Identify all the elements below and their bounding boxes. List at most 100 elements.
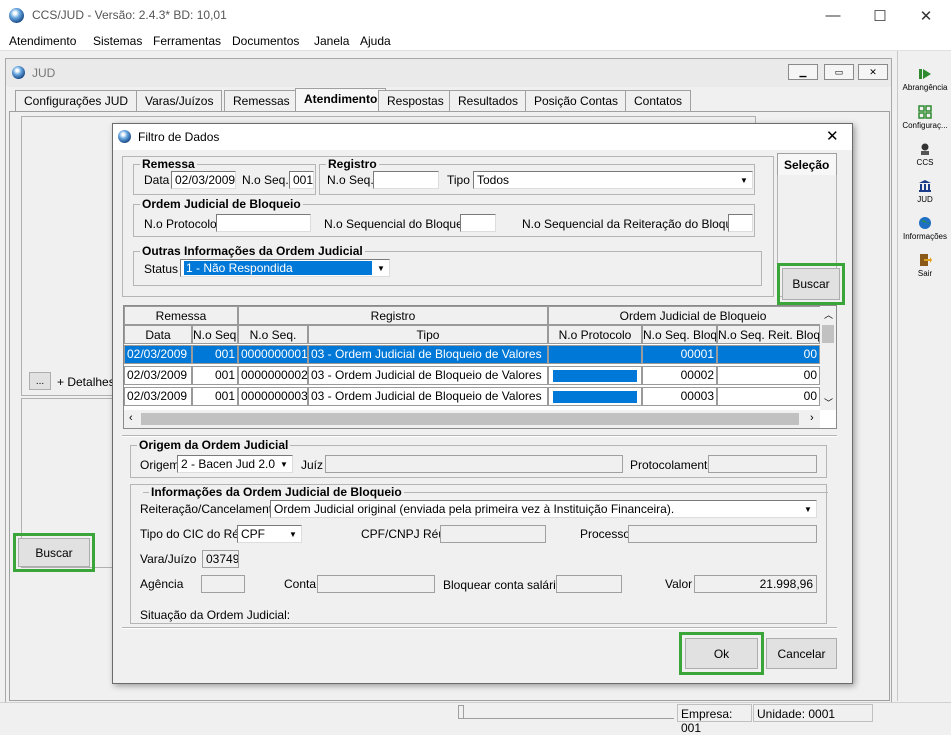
details-button[interactable]: ... [29,372,51,390]
grid-cell[interactable]: 001 [192,387,238,406]
minimize-button[interactable]: — [810,0,856,31]
status-unidade: Unidade: 0001 [753,704,873,722]
protocolo-bar [553,391,637,403]
grid-cell[interactable]: 03 - Ordem Judicial de Bloqueio de Valor… [308,345,548,364]
dialog-app-icon [118,130,131,143]
grid-cell[interactable]: 03 - Ordem Judicial de Bloqueio de Valor… [308,387,548,406]
chevron-down-icon[interactable]: ▼ [737,173,751,187]
registro-seq-field[interactable] [373,171,439,189]
grid-cell[interactable]: 001 [192,345,238,364]
menu-ferramentas[interactable]: Ferramentas [153,34,221,48]
scroll-thumb[interactable] [822,325,834,343]
tipo-cic-label: Tipo do CIC do Réu [140,527,246,541]
jud-titlebar: JUD ▁ ▭ ✕ [6,59,891,87]
tab-selecao[interactable]: Seleção [777,153,837,175]
toolbar-ccs[interactable]: CCS [898,142,951,167]
menu-janela[interactable]: Janela [314,34,349,48]
menu-documentos[interactable]: Documentos [232,34,299,48]
close-button[interactable]: ✕ [903,0,949,31]
remessa-legend: Remessa [142,157,195,171]
tab-remessas[interactable]: Remessas [224,90,299,111]
menu-ajuda[interactable]: Ajuda [360,34,391,48]
grid-cell[interactable]: 0000000001 [238,345,308,364]
grid-cell[interactable]: 0000000002 [238,366,308,385]
scroll-right-icon[interactable]: › [810,412,814,424]
tab-atendimento[interactable]: Atendimento [295,88,387,112]
grid-column-header[interactable]: N.o Protocolo [548,325,642,344]
remessa-seq-label: N.o Seq. [242,173,289,187]
grid-cell[interactable] [548,387,642,406]
jud-minimize-button[interactable]: ▁ [788,64,818,80]
grid-cell[interactable]: 03 - Ordem Judicial de Bloqueio de Valor… [308,366,548,385]
dialog-close-button[interactable]: ✕ [826,127,839,145]
grid-horizontal-scrollbar[interactable]: ‹ › [124,410,820,428]
grid-cell[interactable]: 00 [717,366,820,385]
grid-cell[interactable]: 00 [717,345,820,364]
grid-cell[interactable] [548,345,642,364]
toolbar-informacoes[interactable]: Informações [898,216,951,241]
status-scroll-thumb[interactable] [458,705,464,719]
grid-cell[interactable]: 00003 [642,387,717,406]
registro-seq-label: N.o Seq. [327,173,374,187]
ordem-seq-bloq-label: N.o Sequencial do Bloqueio [324,217,473,231]
tab-contatos[interactable]: Contatos [625,90,692,111]
scroll-left-icon[interactable]: ‹ [129,412,133,424]
grid-cell[interactable]: 001 [192,366,238,385]
grid-cell[interactable]: 02/03/2009 [124,366,192,385]
jud-close-button[interactable]: ✕ [858,64,888,80]
ordem-protocolo-field[interactable] [216,214,311,232]
ok-button[interactable]: Ok [685,638,758,669]
scroll-up-icon[interactable]: ︿ [824,308,833,321]
grid-column-header[interactable]: N.o Seq. [238,325,308,344]
tab-resultados[interactable]: Resultados [449,90,528,111]
remessa-data-field[interactable]: 02/03/2009 [171,171,236,189]
remessa-seq-field[interactable]: 001 [289,171,314,189]
buscar-main-button[interactable]: Buscar [18,538,90,567]
grid-vertical-scrollbar[interactable]: ︿ ﹀ [820,306,836,410]
cancel-button[interactable]: Cancelar [766,638,837,669]
grid-column-header[interactable]: N.o Seq. [192,325,238,344]
results-grid[interactable]: Remessa Registro Ordem Judicial de Bloqu… [123,305,837,429]
reiteracao-value: Ordem Judicial original (enviada pela pr… [274,502,675,516]
toolbar-abrangencia[interactable]: Abrangência [898,67,951,92]
grid-column-header[interactable]: Data [124,325,192,344]
tab-configuracoes-jud[interactable]: Configurações JUD [15,90,138,111]
grid-cell[interactable]: 02/03/2009 [124,387,192,406]
status-bar: Empresa: 001 Unidade: 0001 [0,702,951,735]
tab-varas-juizos[interactable]: Varas/Juízos [136,90,223,111]
reiteracao-select[interactable]: Ordem Judicial original (enviada pela pr… [270,500,817,518]
scroll-thumb[interactable] [141,413,799,425]
tab-posicao-contas[interactable]: Posição Contas [525,90,628,111]
grid-cell[interactable]: 00001 [642,345,717,364]
chevron-down-icon[interactable]: ▼ [277,457,291,471]
ordem-seq-bloq-field[interactable] [460,214,496,232]
grid-cell[interactable]: 0000000003 [238,387,308,406]
chevron-down-icon[interactable]: ▼ [374,261,388,275]
ordem-seq-reit-field[interactable] [728,214,753,232]
toolbar-sair[interactable]: Sair [898,253,951,278]
scroll-down-icon[interactable]: ﹀ [824,396,833,409]
toolbar-jud[interactable]: JUD [898,179,951,204]
grid-cell[interactable]: 00 [717,387,820,406]
tab-respostas[interactable]: Respostas [378,90,453,111]
grid-column-header[interactable]: N.o Seq. Reit. Bloq. [717,325,820,344]
chevron-down-icon[interactable]: ▼ [286,527,300,541]
processo-field [628,525,817,543]
menu-sistemas[interactable]: Sistemas [93,34,142,48]
status-select[interactable]: 1 - Não Respondida ▼ [180,259,390,277]
grid-cell[interactable]: 02/03/2009 [124,345,192,364]
maximize-button[interactable]: ☐ [857,0,903,31]
valor-field: 21.998,96 [694,575,817,593]
registro-tipo-select[interactable]: Todos ▼ [473,171,753,189]
toolbar-configuracoes[interactable]: Configuraç... [898,105,951,130]
chevron-down-icon[interactable]: ▼ [801,502,815,516]
menu-atendimento[interactable]: Atendimento [9,34,76,48]
origem-select[interactable]: 2 - Bacen Jud 2.0 ▼ [177,455,293,473]
buscar-dialog-button[interactable]: Buscar [782,268,840,300]
grid-cell[interactable] [548,366,642,385]
tipo-cic-select[interactable]: CPF ▼ [237,525,302,543]
grid-column-header[interactable]: Tipo [308,325,548,344]
grid-column-header[interactable]: N.o Seq. Bloq [642,325,717,344]
grid-cell[interactable]: 00002 [642,366,717,385]
jud-restore-button[interactable]: ▭ [824,64,854,80]
